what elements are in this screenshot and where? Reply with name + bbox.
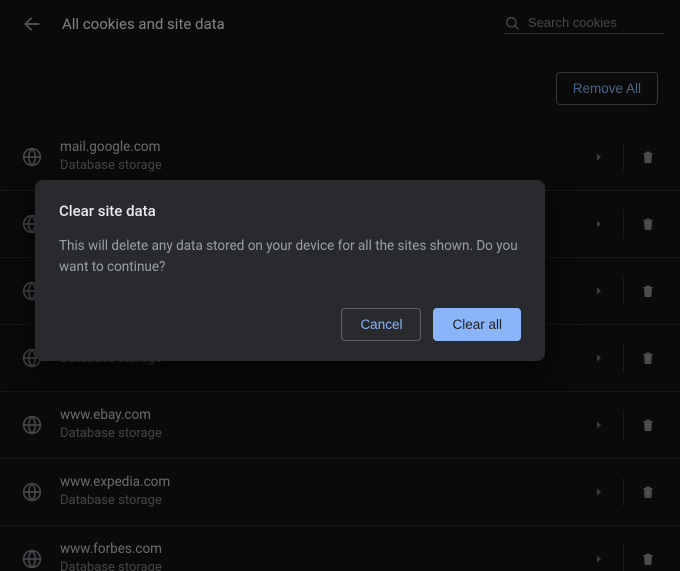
clear-data-dialog: Clear site data This will delete any dat… bbox=[35, 180, 545, 361]
cancel-button[interactable]: Cancel bbox=[341, 308, 421, 341]
dialog-actions: Cancel Clear all bbox=[59, 308, 521, 341]
dialog-body: This will delete any data stored on your… bbox=[59, 236, 521, 278]
clear-all-button[interactable]: Clear all bbox=[433, 308, 521, 341]
dialog-title: Clear site data bbox=[59, 202, 521, 220]
